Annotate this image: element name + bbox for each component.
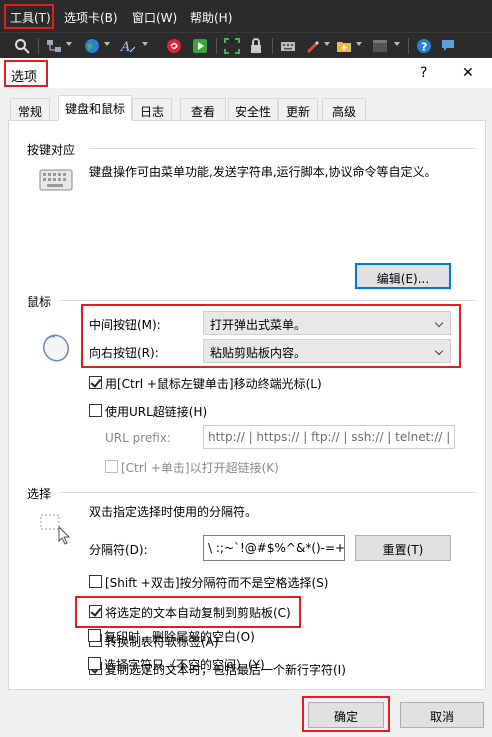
swirl-icon[interactable] (166, 38, 182, 54)
pen-icon[interactable] (304, 38, 320, 54)
svg-text:A: A (120, 40, 130, 54)
keymap-description: 键盘操作可由菜单功能,发送字符串,运行脚本,协议命令等自定义。 (89, 165, 437, 179)
group-mouse-label: 鼠标 (27, 295, 52, 309)
shift-dblclick-checkbox[interactable] (89, 575, 102, 588)
menu-tools[interactable]: 工具(T) (10, 9, 51, 26)
svg-text:?: ? (421, 41, 427, 54)
select-chars-label: 选择字符只（不空的空间）(Y) (104, 658, 265, 672)
right-button-label: 向右按钮(R): (89, 346, 159, 360)
tab-update[interactable]: 更新 (278, 98, 318, 120)
url-prefix-label: URL prefix: (105, 431, 171, 445)
trim-trailing-checkbox[interactable] (88, 629, 101, 642)
chevron-down-icon[interactable] (104, 42, 110, 46)
tab-security[interactable]: 安全性 (228, 98, 278, 120)
divider (89, 148, 475, 149)
help-icon[interactable]: ? (416, 38, 432, 54)
lock-icon[interactable] (248, 38, 264, 54)
dialog-title-bar: 选项 ? ✕ (0, 58, 492, 88)
delimiter-label: 分隔符(D): (89, 543, 148, 557)
toolbar-separator (38, 38, 39, 54)
chevron-down-icon[interactable] (356, 42, 362, 46)
selection-description: 双击指定选择时使用的分隔符。 (89, 505, 258, 519)
font-icon[interactable]: A (120, 38, 136, 54)
tab-view[interactable]: 查看 (180, 98, 226, 120)
tab-general[interactable]: 常规 (10, 98, 50, 120)
search-icon[interactable] (14, 38, 30, 54)
mouse-icon (42, 334, 70, 362)
shift-dblclick-label: [Shift +双击]按分隔符而不是空格选择(S) (105, 576, 329, 590)
chevron-down-icon (434, 346, 444, 356)
middle-button-label: 中间按钮(M): (89, 318, 161, 332)
ok-button[interactable]: 确定 (308, 702, 384, 728)
middle-button-value: 打开弹出式菜单。 (210, 318, 307, 332)
divider (61, 492, 475, 493)
selection-cursor-icon (40, 514, 71, 545)
ctrl-click-label: 用[Ctrl +鼠标左键单击]移动终端光标(L) (105, 377, 322, 391)
group-keymap-label: 按键对应 (27, 143, 76, 157)
right-button-value: 粘贴剪贴板内容。 (210, 346, 307, 360)
menu-tabs[interactable]: 选项卡(B) (64, 9, 118, 26)
middle-button-select[interactable]: 打开弹出式菜单。 (203, 311, 451, 335)
expand-icon[interactable] (224, 38, 240, 54)
use-url-checkbox[interactable] (89, 404, 102, 417)
url-prefix-input[interactable]: http:// | https:// | ftp:// | ssh:// | t… (203, 425, 455, 449)
tab-log[interactable]: 日志 (132, 98, 172, 120)
keyboard-icon[interactable] (280, 38, 296, 54)
ctrl-open-link-checkbox[interactable] (105, 460, 118, 473)
edit-button[interactable]: 编辑(E)... (355, 263, 451, 289)
tab-keyboard-mouse[interactable]: 键盘和鼠标 (58, 95, 132, 121)
right-button-select[interactable]: 粘贴剪贴板内容。 (203, 339, 451, 363)
cancel-button[interactable]: 取消 (400, 702, 484, 728)
delimiter-input[interactable]: \ :;~`!@#$%^&*()-=+|[ (203, 535, 345, 561)
window-icon[interactable] (372, 38, 388, 54)
chevron-down-icon[interactable] (66, 42, 72, 46)
toolbar: A ? (0, 32, 492, 58)
tab-panel: 按键对应 键盘操作可由菜单功能,发送字符串,运行脚本,协议命令等自定义。 编辑(… (8, 120, 486, 690)
divider (61, 300, 475, 301)
help-button[interactable]: ? (420, 65, 427, 81)
keyboard-icon (39, 169, 73, 191)
select-chars-checkbox[interactable] (88, 657, 101, 670)
toolbar-separator (272, 38, 273, 54)
auto-copy-label: 将选定的文本自动复制到剪贴板(C) (105, 606, 291, 620)
play-icon[interactable] (192, 38, 208, 54)
menu-bar: 工具(T) 选项卡(B) 窗口(W) 帮助(H) (0, 0, 492, 32)
use-url-label: 使用URL超链接(H) (105, 405, 208, 419)
options-dialog: 选项 ? ✕ 常规 键盘和鼠标 日志 查看 安全性 更新 高级 按键对应 键盘操… (0, 58, 492, 737)
network-icon[interactable] (46, 38, 62, 54)
chevron-down-icon[interactable] (324, 42, 330, 46)
group-selection-label: 选择 (27, 487, 52, 501)
dialog-title: 选项 (11, 70, 38, 85)
chat-icon[interactable] (440, 38, 456, 54)
auto-copy-checkbox[interactable] (89, 605, 102, 618)
chevron-down-icon[interactable] (142, 42, 148, 46)
ctrl-click-checkbox[interactable] (89, 376, 102, 389)
chevron-down-icon[interactable] (394, 42, 400, 46)
toolbar-separator (216, 38, 217, 54)
trim-trailing-label: 复印时，删除尾部的空白(O) (104, 630, 255, 644)
tab-advanced[interactable]: 高级 (322, 98, 366, 120)
menu-help[interactable]: 帮助(H) (190, 9, 232, 26)
globe-icon[interactable] (84, 38, 100, 54)
reset-button[interactable]: 重置(T) (355, 535, 451, 561)
chevron-down-icon (434, 318, 444, 328)
close-button[interactable]: ✕ (462, 65, 474, 81)
ctrl-open-link-label: [Ctrl +单击]以打开超链接(K) (121, 461, 279, 475)
menu-window[interactable]: 窗口(W) (132, 9, 177, 26)
add-folder-icon[interactable] (336, 38, 352, 54)
toolbar-separator (408, 38, 409, 54)
